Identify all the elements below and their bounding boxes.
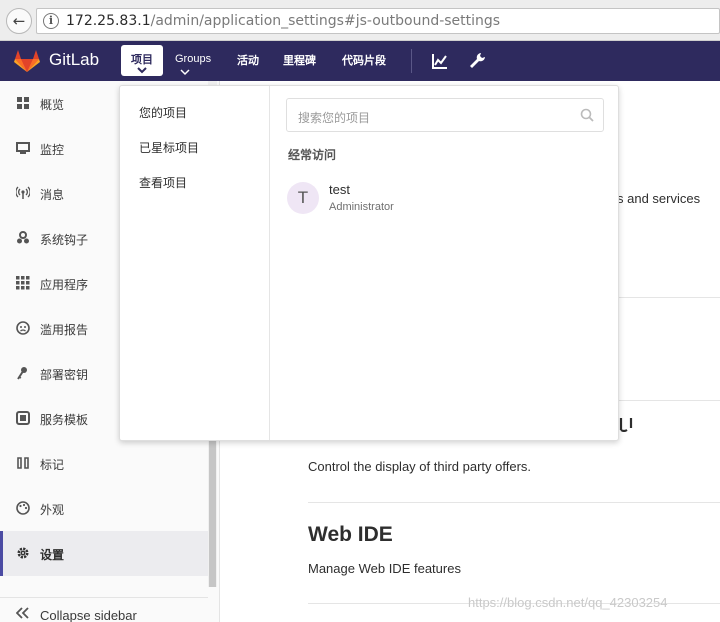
address-bar[interactable]: i 172.25.83.1/admin/application_settings… xyxy=(36,8,720,34)
sidebar-item-label: 概览 xyxy=(40,98,65,112)
url-text: 172.25.83.1/admin/application_settings#j… xyxy=(66,13,501,29)
watermark-text: https://blog.csdn.net/qq_42303254 xyxy=(468,595,668,610)
project-avatar: T xyxy=(287,182,319,214)
brand-name[interactable]: GitLab xyxy=(49,50,99,70)
sidebar-item-label: 系统钩子 xyxy=(40,233,89,247)
web-ide-title: Web IDE xyxy=(308,523,393,546)
palette-icon xyxy=(16,501,30,515)
sidebar-item-label: 外观 xyxy=(40,503,65,517)
web-ide-description: Manage Web IDE features xyxy=(308,561,461,576)
gitlab-logo-icon[interactable] xyxy=(14,49,40,73)
search-icon xyxy=(580,108,594,122)
grid-icon xyxy=(17,97,29,109)
sidebar-item-label: 消息 xyxy=(40,188,65,202)
chevron-down-icon xyxy=(180,69,190,76)
back-button[interactable]: ← xyxy=(6,8,32,34)
your-projects-link[interactable]: 您的项目 xyxy=(139,104,187,121)
collapse-sidebar-button[interactable]: Collapse sidebar xyxy=(0,597,208,622)
sidebar-item-label: 监控 xyxy=(40,143,65,157)
key-icon xyxy=(17,367,27,380)
face-icon xyxy=(16,321,30,335)
sidebar-item-label: 应用程序 xyxy=(40,278,89,292)
section-divider xyxy=(308,502,720,503)
sidebar-item-label: 部署密钥 xyxy=(40,368,89,382)
back-arrow-icon: ← xyxy=(12,11,26,30)
nav-projects-dropdown[interactable]: 项目 xyxy=(121,45,163,76)
nav-groups-dropdown[interactable]: Groups xyxy=(170,47,220,77)
sidebar-scrollbar-thumb[interactable] xyxy=(209,441,216,587)
projects-dropdown-links: 您的项目 已星标项目 查看项目 xyxy=(120,86,270,440)
sidebar-item-settings[interactable]: 设置 xyxy=(0,531,208,576)
starred-projects-link[interactable]: 已星标项目 xyxy=(139,139,199,156)
chart-icon[interactable] xyxy=(430,51,450,71)
broadcast-icon xyxy=(16,186,30,199)
double-chevron-left-icon xyxy=(16,607,29,619)
apps-icon xyxy=(16,276,30,290)
nav-snippets[interactable]: 代码片段 xyxy=(342,52,386,68)
explore-projects-link[interactable]: 查看项目 xyxy=(139,174,187,191)
sidebar-item-appearance[interactable]: 外观 xyxy=(0,486,208,531)
nav-divider xyxy=(411,49,412,73)
collapse-sidebar-label: Collapse sidebar xyxy=(40,608,137,622)
active-indicator xyxy=(0,531,3,576)
label-icon xyxy=(17,457,29,469)
top-navbar: GitLab 项目 Groups 活动 里程碑 代码片段 xyxy=(0,41,720,81)
nav-activity[interactable]: 活动 xyxy=(237,52,259,68)
wrench-icon[interactable] xyxy=(467,51,487,71)
project-namespace: Administrator xyxy=(329,201,394,213)
project-name: test xyxy=(329,182,350,197)
sidebar-item-label: 滥用报告 xyxy=(40,323,89,337)
section-title-fragment xyxy=(619,418,633,432)
nav-groups-label: Groups xyxy=(175,53,212,65)
sidebar-item-label: 设置 xyxy=(40,548,65,562)
section-description-partial: s and services xyxy=(617,191,701,206)
sidebar-item-label: 服务模板 xyxy=(40,413,89,427)
sidebar-item-labels[interactable]: 标记 xyxy=(0,441,208,486)
template-icon xyxy=(16,411,30,425)
search-placeholder: 搜索您的项目 xyxy=(298,111,371,125)
sidebar-item-label: 标记 xyxy=(40,458,65,472)
chevron-down-icon xyxy=(137,67,147,74)
gear-icon xyxy=(17,547,29,559)
nav-milestones[interactable]: 里程碑 xyxy=(283,52,316,68)
hook-icon xyxy=(17,231,29,244)
projects-dropdown-menu: 您的项目 已星标项目 查看项目 搜索您的项目 经常访问 T test Admin… xyxy=(119,85,619,441)
site-info-icon[interactable]: i xyxy=(43,13,59,29)
project-search-input[interactable]: 搜索您的项目 xyxy=(286,98,604,132)
monitor-icon xyxy=(16,142,30,154)
third-party-offers-description: Control the display of third party offer… xyxy=(308,459,532,474)
nav-projects-label: 项目 xyxy=(131,53,153,66)
browser-toolbar: ← i 172.25.83.1/admin/application_settin… xyxy=(0,0,720,41)
frequently-visited-header: 经常访问 xyxy=(288,148,337,162)
